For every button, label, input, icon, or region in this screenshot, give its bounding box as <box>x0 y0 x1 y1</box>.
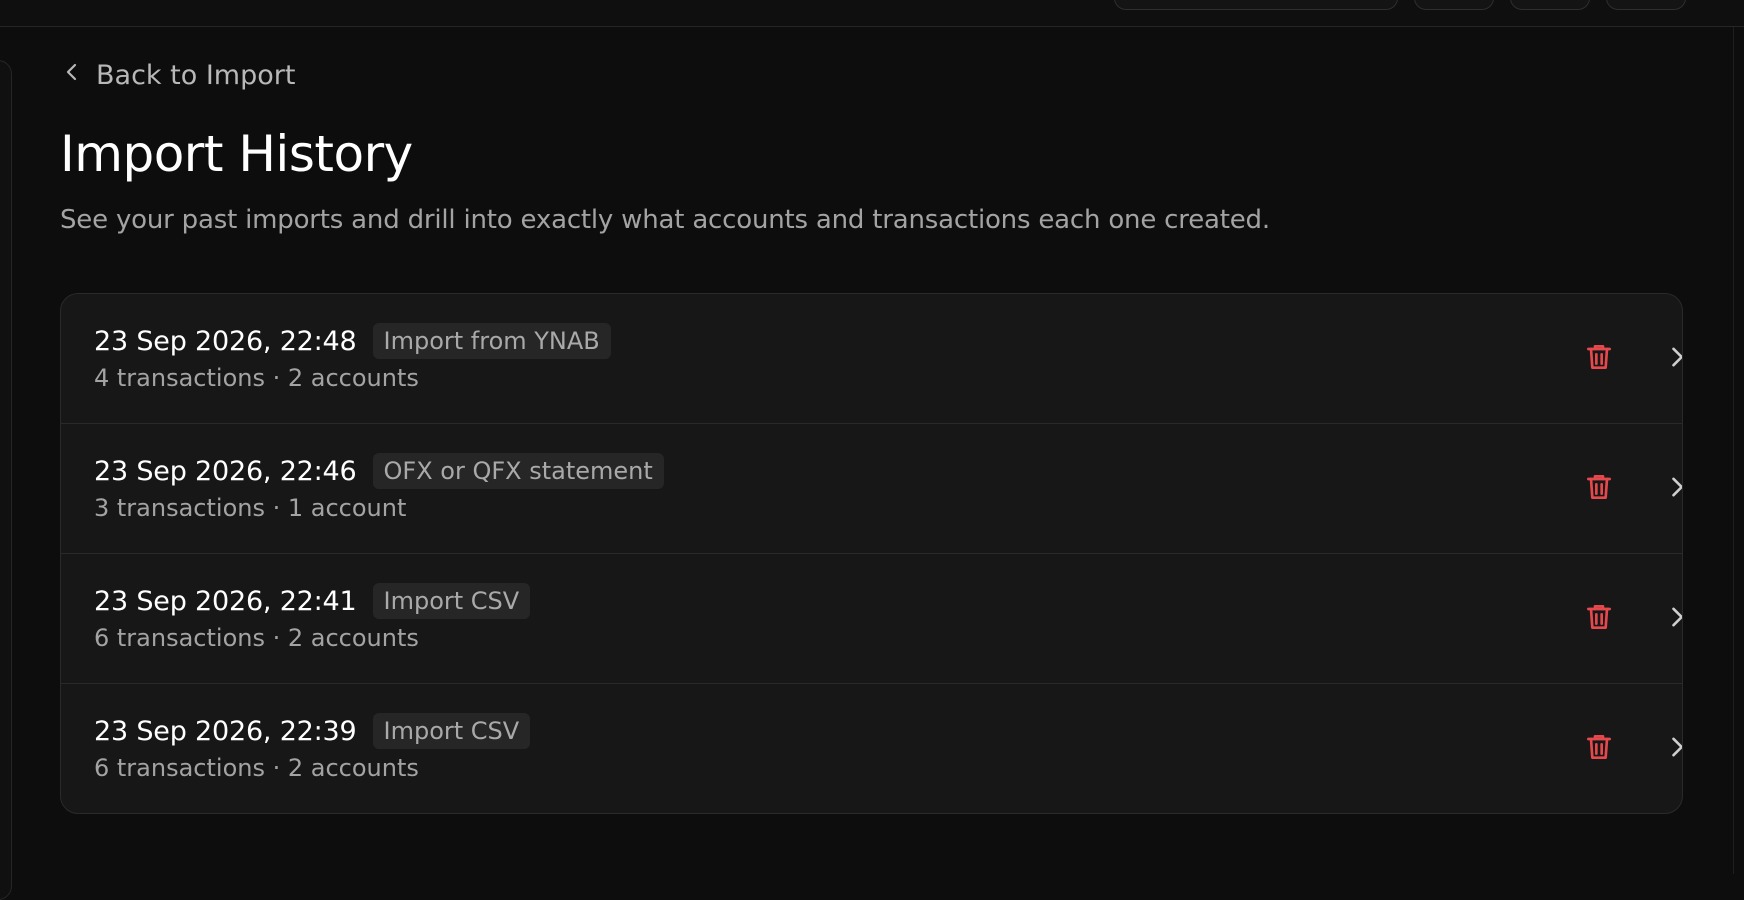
back-link-label: Back to Import <box>96 60 296 91</box>
scrollbar-track <box>1733 27 1734 874</box>
import-row-header: 23 Sep 2026, 22:46 OFX or QFX statement <box>94 452 664 490</box>
import-row-header: 23 Sep 2026, 22:39 Import CSV <box>94 712 531 750</box>
import-row-details: 23 Sep 2026, 22:41 Import CSV 6 transact… <box>94 582 531 652</box>
top-action-button[interactable] <box>1606 0 1686 10</box>
import-row[interactable]: 23 Sep 2026, 22:39 Import CSV 6 transact… <box>61 684 1682 813</box>
import-row-details: 23 Sep 2026, 22:39 Import CSV 6 transact… <box>94 712 531 782</box>
import-row-details: 23 Sep 2026, 22:46 OFX or QFX statement … <box>94 452 664 522</box>
top-search-field[interactable] <box>1114 0 1398 10</box>
import-date: 23 Sep 2026, 22:41 <box>94 585 357 617</box>
chevron-right-icon <box>1663 733 1682 765</box>
import-date: 23 Sep 2026, 22:39 <box>94 715 357 747</box>
trash-icon <box>1583 341 1615 377</box>
chevron-right-icon <box>1663 473 1682 505</box>
import-history-list: 23 Sep 2026, 22:48 Import from YNAB 4 tr… <box>60 293 1683 814</box>
import-source-badge: OFX or QFX statement <box>372 453 664 489</box>
open-import-button[interactable] <box>1661 473 1682 505</box>
delete-import-button[interactable] <box>1581 471 1617 507</box>
open-import-button[interactable] <box>1661 733 1682 765</box>
chevron-right-icon <box>1663 603 1682 635</box>
delete-import-button[interactable] <box>1581 341 1617 377</box>
top-bar <box>0 0 1744 27</box>
import-summary: 4 transactions · 2 accounts <box>94 364 419 392</box>
back-to-import-link[interactable]: Back to Import <box>60 60 295 91</box>
sidebar-edge <box>0 60 12 900</box>
import-summary: 6 transactions · 2 accounts <box>94 754 419 782</box>
import-row[interactable]: 23 Sep 2026, 22:48 Import from YNAB 4 tr… <box>61 294 1682 424</box>
import-source-badge: Import CSV <box>372 583 531 619</box>
page-title: Import History <box>60 125 413 183</box>
trash-icon <box>1583 601 1615 637</box>
open-import-button[interactable] <box>1661 603 1682 635</box>
delete-import-button[interactable] <box>1581 731 1617 767</box>
import-row-details: 23 Sep 2026, 22:48 Import from YNAB 4 tr… <box>94 322 611 392</box>
trash-icon <box>1583 471 1615 507</box>
top-action-button[interactable] <box>1414 0 1494 10</box>
import-date: 23 Sep 2026, 22:48 <box>94 325 357 357</box>
chevron-left-icon <box>60 60 84 91</box>
trash-icon <box>1583 731 1615 767</box>
import-row-header: 23 Sep 2026, 22:41 Import CSV <box>94 582 531 620</box>
import-source-badge: Import CSV <box>372 713 531 749</box>
import-row[interactable]: 23 Sep 2026, 22:46 OFX or QFX statement … <box>61 424 1682 554</box>
import-date: 23 Sep 2026, 22:46 <box>94 455 357 487</box>
delete-import-button[interactable] <box>1581 601 1617 637</box>
import-summary: 3 transactions · 1 account <box>94 494 407 522</box>
import-row-header: 23 Sep 2026, 22:48 Import from YNAB <box>94 322 611 360</box>
open-import-button[interactable] <box>1661 343 1682 375</box>
import-summary: 6 transactions · 2 accounts <box>94 624 419 652</box>
import-source-badge: Import from YNAB <box>372 323 611 359</box>
top-action-button[interactable] <box>1510 0 1590 10</box>
page-subtitle: See your past imports and drill into exa… <box>60 205 1270 235</box>
import-row[interactable]: 23 Sep 2026, 22:41 Import CSV 6 transact… <box>61 554 1682 684</box>
chevron-right-icon <box>1663 343 1682 375</box>
